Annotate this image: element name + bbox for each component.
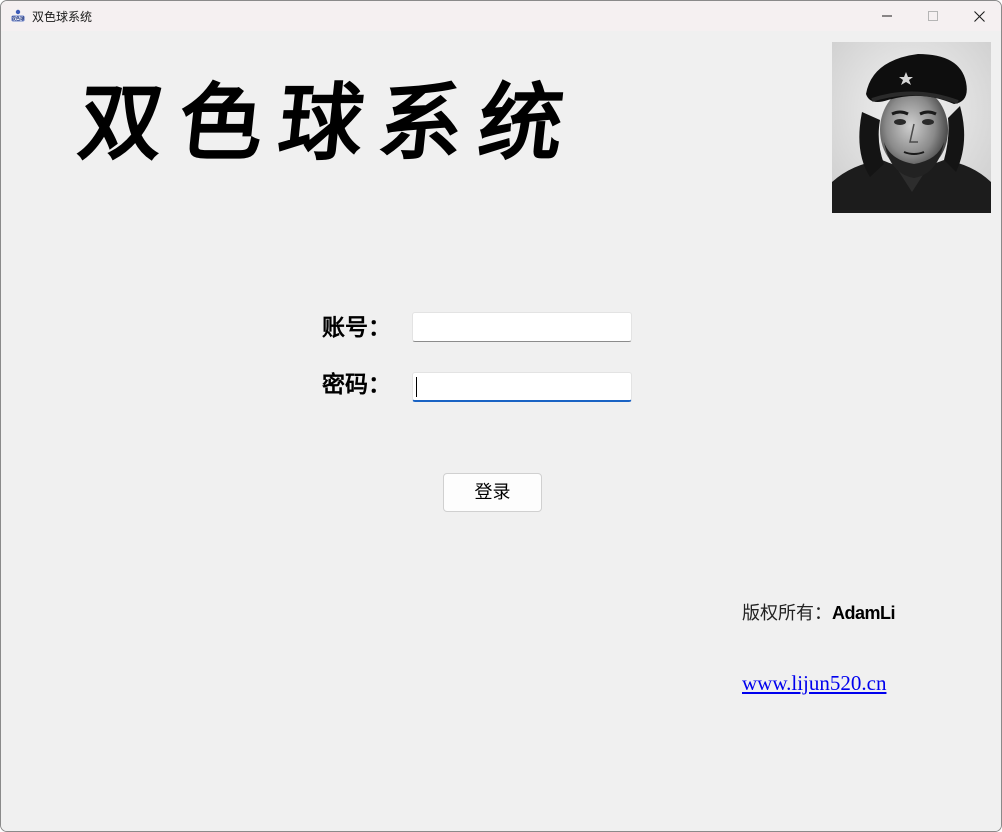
maximize-icon <box>928 11 938 21</box>
minimize-button[interactable] <box>864 1 910 31</box>
close-icon <box>974 11 985 22</box>
password-input[interactable] <box>412 372 632 402</box>
minimize-icon <box>882 15 892 17</box>
account-label: 账号： <box>322 314 391 341</box>
window-title: 双色球系统 <box>32 10 93 24</box>
maximize-button[interactable] <box>910 1 956 31</box>
text-caret <box>416 377 417 397</box>
copyright: 版权所有：AdamLi <box>742 600 896 627</box>
app-window: 双色球 双色球系统 双色球系统 账号： 密码： 登录 版权所有：AdamLi w… <box>0 0 1002 832</box>
account-input[interactable] <box>412 312 632 342</box>
app-icon: 双色球 <box>10 8 26 24</box>
copyright-label: 版权所有： <box>742 603 832 624</box>
app-logo-icon: 双色球 <box>11 9 25 22</box>
login-button[interactable]: 登录 <box>443 473 542 512</box>
page-title: 双色球系统 <box>73 73 585 172</box>
app-icon-text: 双色球 <box>12 15 25 22</box>
portrait-photo-icon <box>832 42 991 213</box>
client-area: 双色球系统 账号： 密码： 登录 版权所有：AdamLi www.lijun52… <box>1 31 1001 831</box>
title-bar[interactable]: 双色球 双色球系统 <box>1 1 1001 31</box>
copyright-name: AdamLi <box>832 603 896 623</box>
password-label: 密码： <box>322 371 391 398</box>
website-link[interactable]: www.lijun520.cn <box>742 670 886 696</box>
portrait-image <box>832 42 991 213</box>
close-button[interactable] <box>956 1 1001 31</box>
